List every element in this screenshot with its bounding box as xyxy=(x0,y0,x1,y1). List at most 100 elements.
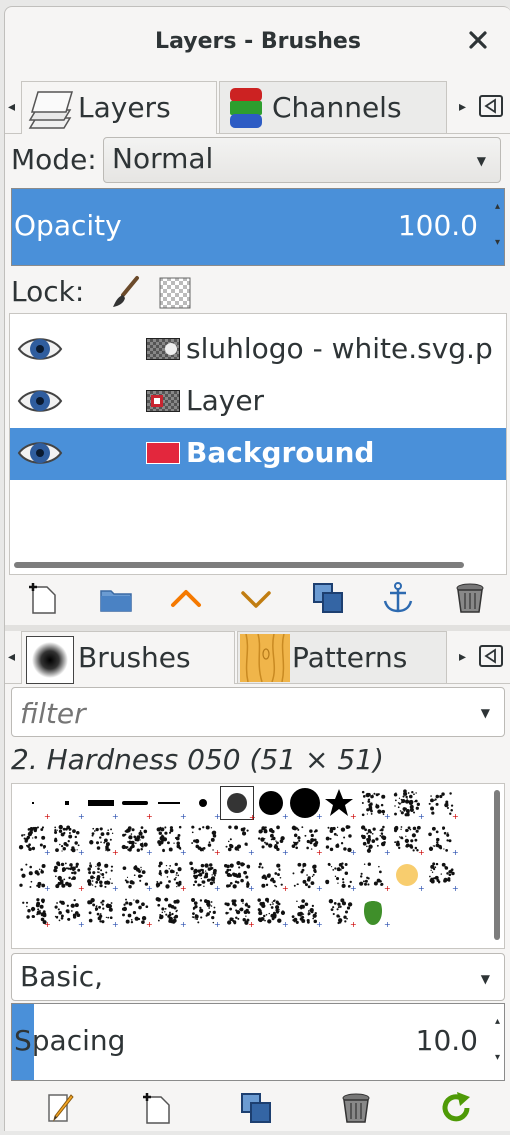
brush-thumbnail[interactable]: + xyxy=(322,894,357,929)
anchor-icon[interactable] xyxy=(381,581,415,615)
brush-thumbnail[interactable]: + xyxy=(322,786,357,821)
brush-thumbnail[interactable]: + xyxy=(152,786,187,821)
brush-thumbnail[interactable]: + xyxy=(424,858,459,893)
increment-icon[interactable]: ▴ xyxy=(495,201,500,212)
brush-thumbnail[interactable]: + xyxy=(322,858,357,893)
brush-thumbnail[interactable]: + xyxy=(220,858,255,893)
svg-text:+: + xyxy=(282,848,288,856)
opacity-label: Opacity xyxy=(14,209,122,242)
brush-thumbnail[interactable]: + xyxy=(16,822,51,857)
brush-thumbnail[interactable]: + xyxy=(356,894,391,929)
spacing-spinscale[interactable]: Spacing 10.0 ▴ ▾ xyxy=(11,1003,505,1081)
dock-menu-button[interactable] xyxy=(479,95,503,117)
layer-row[interactable]: sluhlogo - white.svg.p xyxy=(10,324,506,376)
brush-thumbnail[interactable]: + xyxy=(186,894,221,929)
title-bar[interactable]: Layers - Brushes xyxy=(5,7,510,77)
brush-thumbnail[interactable]: + xyxy=(424,822,459,857)
brush-thumbnail[interactable]: + xyxy=(288,786,323,821)
lock-alpha-icon[interactable] xyxy=(159,277,191,309)
brush-thumbnail[interactable]: + xyxy=(50,894,85,929)
filter-input[interactable] xyxy=(18,694,462,732)
layer-row-selected[interactable]: Background xyxy=(10,428,506,480)
brush-grid[interactable]: + + + + + + + + + + + + + + + + + + + + + + + + + + + + + + + + + + + + + + + +… xyxy=(11,783,505,949)
brush-thumbnail[interactable]: + xyxy=(84,894,119,929)
brush-thumbnail[interactable]: + xyxy=(84,822,119,857)
decrement-icon[interactable]: ▾ xyxy=(495,1052,500,1063)
tab-brushes[interactable]: Brushes xyxy=(21,631,235,684)
brush-thumbnail[interactable]: + xyxy=(118,822,153,857)
brush-thumbnail[interactable]: + xyxy=(356,786,391,821)
svg-text:+: + xyxy=(112,848,118,856)
eye-icon[interactable] xyxy=(16,436,64,470)
eye-icon[interactable] xyxy=(16,332,64,366)
brush-thumbnail[interactable]: + xyxy=(16,786,51,821)
brush-thumbnail[interactable]: + xyxy=(254,858,289,893)
tab-scroll-right-icon[interactable]: ▸ xyxy=(459,649,466,665)
raise-layer-icon[interactable] xyxy=(169,581,203,615)
refresh-icon[interactable] xyxy=(439,1091,473,1125)
brush-thumbnail[interactable]: + xyxy=(254,822,289,857)
dock-menu-button[interactable] xyxy=(479,645,503,667)
brush-thumbnail[interactable]: + xyxy=(288,822,323,857)
horizontal-scrollbar[interactable] xyxy=(14,562,464,568)
brush-thumbnail[interactable]: + xyxy=(16,858,51,893)
layers-list[interactable]: sluhlogo - white.svg.p Layer Background xyxy=(9,313,507,575)
tab-scroll-right-icon[interactable]: ▸ xyxy=(459,99,466,115)
increment-icon[interactable]: ▴ xyxy=(495,1016,500,1027)
decrement-icon[interactable]: ▾ xyxy=(495,237,500,248)
eye-icon[interactable] xyxy=(16,384,64,418)
brush-thumbnail[interactable]: + xyxy=(50,858,85,893)
layer-row[interactable]: Layer xyxy=(10,376,506,428)
edit-brush-icon[interactable] xyxy=(43,1091,77,1125)
brush-thumbnail[interactable]: + xyxy=(186,786,221,821)
brush-thumbnail[interactable]: + xyxy=(288,894,323,929)
tab-scroll-left-icon[interactable]: ◂ xyxy=(8,99,15,115)
duplicate-brush-icon[interactable] xyxy=(239,1091,273,1125)
brush-thumbnail[interactable]: + xyxy=(152,858,187,893)
brush-thumbnail[interactable]: + xyxy=(390,858,425,893)
brush-thumbnail[interactable]: + xyxy=(84,858,119,893)
brush-thumbnail[interactable]: + xyxy=(152,822,187,857)
brush-preset-combo[interactable]: Basic, ▼ xyxy=(11,953,505,1001)
brush-thumbnail[interactable]: + xyxy=(220,822,255,857)
brush-thumbnail[interactable]: + xyxy=(50,786,85,821)
brush-thumbnail[interactable]: + xyxy=(390,786,425,821)
brush-thumbnail[interactable]: + xyxy=(390,822,425,857)
tab-patterns[interactable]: Patterns xyxy=(237,631,447,683)
brush-thumbnail[interactable]: + xyxy=(118,894,153,929)
trash-icon[interactable] xyxy=(339,1091,373,1125)
close-icon[interactable] xyxy=(463,25,493,55)
new-layer-icon[interactable] xyxy=(25,581,59,615)
brush-thumbnail[interactable]: + xyxy=(254,894,289,929)
new-brush-icon[interactable] xyxy=(139,1091,173,1125)
brush-thumbnail[interactable]: + xyxy=(356,822,391,857)
mode-combo[interactable]: Normal ▼ xyxy=(103,137,501,183)
opacity-spinscale[interactable]: Opacity 100.0 ▴ ▾ xyxy=(11,188,505,266)
tab-channels[interactable]: Channels xyxy=(219,81,447,133)
brush-thumbnail[interactable]: + xyxy=(220,786,256,822)
brush-thumbnail[interactable]: + xyxy=(118,786,153,821)
brush-thumbnail[interactable]: + xyxy=(186,822,221,857)
brush-thumbnail[interactable]: + xyxy=(186,858,221,893)
tab-scroll-left-icon[interactable]: ◂ xyxy=(8,649,15,665)
tab-layers[interactable]: Layers xyxy=(21,81,217,134)
brush-thumbnail[interactable]: + xyxy=(118,858,153,893)
brush-thumbnail[interactable]: + xyxy=(288,858,323,893)
brush-thumbnail[interactable]: + xyxy=(356,858,391,893)
duplicate-layer-icon[interactable] xyxy=(311,581,345,615)
trash-icon[interactable] xyxy=(453,581,487,615)
brush-thumbnail[interactable]: + xyxy=(220,894,255,929)
layer-group-icon[interactable] xyxy=(99,581,133,615)
lower-layer-icon[interactable] xyxy=(239,581,273,615)
brush-thumbnail[interactable]: + xyxy=(50,822,85,857)
brush-thumbnail[interactable]: + xyxy=(322,822,357,857)
lock-pixels-icon[interactable] xyxy=(109,275,141,309)
brush-thumbnail[interactable]: + xyxy=(254,786,289,821)
brush-thumbnail[interactable]: + xyxy=(16,894,51,929)
brush-thumbnail[interactable]: + xyxy=(424,786,459,821)
brush-filter[interactable]: ▼ xyxy=(11,687,505,737)
vertical-scrollbar[interactable] xyxy=(494,790,500,940)
brush-thumbnail[interactable]: + xyxy=(84,786,119,821)
chevron-down-icon[interactable]: ▼ xyxy=(481,706,490,720)
brush-thumbnail[interactable]: + xyxy=(152,894,187,929)
